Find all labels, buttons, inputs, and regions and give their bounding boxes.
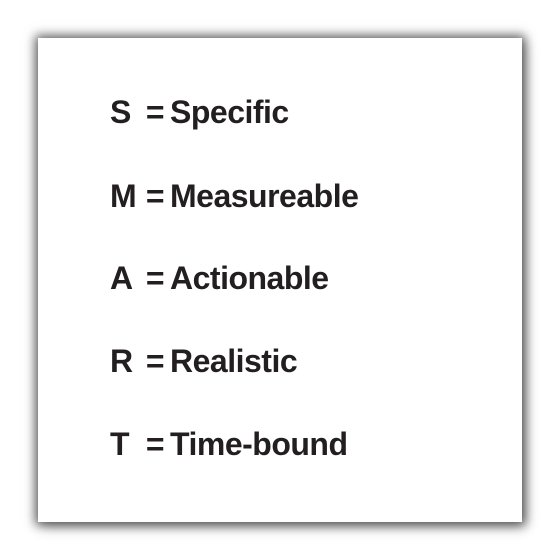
equals-sign: = <box>145 425 165 462</box>
smart-word: Actionable <box>170 259 329 296</box>
smart-word: Specific <box>170 93 289 130</box>
smart-word: Measureable <box>170 177 359 214</box>
smart-row-actionable: A = Actionable <box>110 258 329 298</box>
smart-letter: S <box>110 93 131 130</box>
smart-letter: A <box>110 259 133 296</box>
equals-sign: = <box>145 93 165 130</box>
smart-letter: T <box>110 425 130 462</box>
equals-sign: = <box>145 342 165 379</box>
smart-word: Time-bound <box>170 425 348 462</box>
smart-word: Realistic <box>170 342 298 379</box>
smart-letter: M <box>110 177 137 214</box>
smart-row-specific: S = Specific <box>110 92 289 132</box>
smart-goals-card: S = Specific M = Measureable A = Actiona… <box>38 38 522 522</box>
smart-row-realistic: R = Realistic <box>110 341 298 381</box>
equals-sign: = <box>145 259 165 296</box>
equals-sign: = <box>145 177 165 214</box>
smart-row-measureable: M = Measureable <box>110 176 359 216</box>
smart-letter: R <box>110 342 133 379</box>
smart-row-time-bound: T = Time-bound <box>110 424 348 464</box>
